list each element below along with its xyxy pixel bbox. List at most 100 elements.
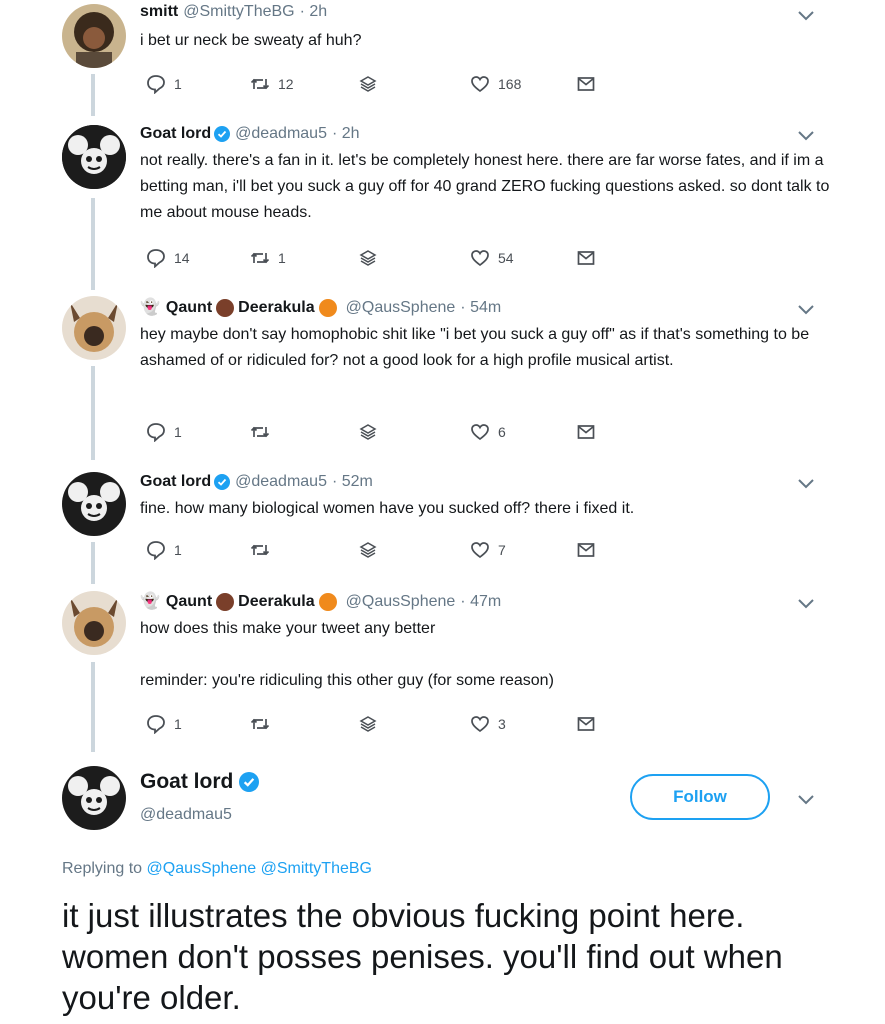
timestamp[interactable]: · 47m <box>460 592 501 612</box>
retweet-icon <box>250 252 270 264</box>
avatar[interactable] <box>62 472 126 536</box>
display-name[interactable]: Goat lord <box>140 472 211 492</box>
like-button[interactable]: 7 <box>470 540 506 560</box>
replying-to-link[interactable]: @SmittyTheBG <box>261 860 372 877</box>
chevron-down-icon[interactable] <box>797 130 815 142</box>
retweet-button[interactable] <box>250 714 278 734</box>
like-count: 168 <box>498 76 522 92</box>
chevron-down-icon[interactable] <box>797 794 815 806</box>
layers-button[interactable] <box>358 714 378 734</box>
layers-button[interactable] <box>358 248 378 268</box>
ghost-icon: 👻 <box>140 593 160 610</box>
display-name-part[interactable]: Qaunt <box>166 298 212 318</box>
tweet-text: fine. how many biological women have you… <box>140 500 635 517</box>
reply-icon <box>147 715 165 734</box>
message-button[interactable] <box>576 74 596 94</box>
user-handle[interactable]: @deadmau5 <box>140 806 232 824</box>
user-handle[interactable]: @QausSphene <box>346 592 456 612</box>
layers-icon <box>359 716 377 732</box>
retweet-button[interactable]: 12 <box>250 74 294 94</box>
reply-button[interactable]: 1 <box>146 540 182 560</box>
heart-icon <box>471 424 489 441</box>
like-count: 6 <box>498 424 506 440</box>
timestamp[interactable]: · 52m <box>332 472 373 492</box>
envelope-icon <box>577 717 595 731</box>
like-button[interactable]: 168 <box>470 74 521 94</box>
reply-button[interactable]: 1 <box>146 74 182 94</box>
layers-button[interactable] <box>358 74 378 94</box>
reply-button[interactable]: 1 <box>146 714 182 734</box>
user-handle[interactable]: @SmittyTheBG <box>183 2 294 22</box>
verified-badge-icon <box>239 772 260 792</box>
message-button[interactable] <box>576 714 596 734</box>
message-button[interactable] <box>576 248 596 268</box>
timestamp[interactable]: · 2h <box>332 124 360 144</box>
reply-count: 1 <box>174 76 182 92</box>
retweet-count: 12 <box>278 76 294 92</box>
chevron-down-icon[interactable] <box>797 478 815 490</box>
retweet-button[interactable]: 1 <box>250 248 286 268</box>
reply-icon <box>147 75 165 94</box>
layers-icon <box>359 76 377 92</box>
envelope-icon <box>577 77 595 91</box>
retweet-count: 1 <box>278 250 286 266</box>
retweet-button[interactable] <box>250 422 278 442</box>
timestamp[interactable]: · 54m <box>460 298 501 318</box>
chevron-down-icon[interactable] <box>797 10 815 22</box>
envelope-icon <box>577 543 595 557</box>
follow-button[interactable]: Follow <box>630 774 770 820</box>
retweet-icon <box>250 78 270 90</box>
reply-button[interactable]: 1 <box>146 422 182 442</box>
layers-button[interactable] <box>358 422 378 442</box>
reply-button[interactable]: 14 <box>146 248 190 268</box>
verified-badge-icon <box>214 474 231 490</box>
layers-icon <box>359 542 377 558</box>
display-name[interactable]: Goat lord <box>140 770 233 794</box>
message-button[interactable] <box>576 422 596 442</box>
avatar[interactable] <box>62 766 126 830</box>
avatar[interactable] <box>62 591 126 655</box>
retweet-icon <box>250 718 270 730</box>
main-tweet-text: it just illustrates the obvious fucking … <box>62 897 783 1016</box>
timestamp[interactable]: · 2h <box>300 2 328 22</box>
display-name[interactable]: smitt <box>140 2 178 22</box>
chevron-down-icon[interactable] <box>797 598 815 610</box>
like-button[interactable]: 3 <box>470 714 506 734</box>
thread-line <box>91 662 95 752</box>
ghost-icon: 👻 <box>140 299 160 316</box>
display-name-part[interactable]: Deerakula <box>238 298 315 318</box>
verified-badge-icon <box>214 126 231 142</box>
person-emoji-icon <box>216 593 235 611</box>
like-button[interactable]: 6 <box>470 422 506 442</box>
display-name[interactable]: Goat lord <box>140 124 211 144</box>
reply-count: 1 <box>174 542 182 558</box>
like-count: 54 <box>498 250 514 266</box>
retweet-button[interactable] <box>250 540 278 560</box>
avatar[interactable] <box>62 296 126 360</box>
avatar[interactable] <box>62 125 126 189</box>
like-count: 7 <box>498 542 506 558</box>
display-name-part[interactable]: Deerakula <box>238 592 315 612</box>
retweet-icon <box>250 426 270 438</box>
replying-to-link[interactable]: @QausSphene <box>147 860 257 877</box>
layers-icon <box>359 250 377 266</box>
main-display-name-row: Goat lord <box>140 770 260 794</box>
tweet-text-continued: reminder: you're ridiculing this other g… <box>140 672 554 689</box>
person-emoji-icon <box>216 299 235 317</box>
user-handle[interactable]: @deadmau5 <box>235 472 327 492</box>
avatar[interactable] <box>62 4 126 68</box>
chevron-down-icon[interactable] <box>797 304 815 316</box>
reply-count: 1 <box>174 716 182 732</box>
display-name-part[interactable]: Qaunt <box>166 592 212 612</box>
envelope-icon <box>577 251 595 265</box>
heart-icon <box>471 250 489 267</box>
like-button[interactable]: 54 <box>470 248 514 268</box>
user-handle[interactable]: @deadmau5 <box>235 124 327 144</box>
user-handle[interactable]: @QausSphene <box>346 298 456 318</box>
retweet-icon <box>250 544 270 556</box>
heart-icon <box>471 542 489 559</box>
reply-icon <box>147 541 165 560</box>
layers-button[interactable] <box>358 540 378 560</box>
tweet-text: i bet ur neck be sweaty af huh? <box>140 32 362 49</box>
message-button[interactable] <box>576 540 596 560</box>
